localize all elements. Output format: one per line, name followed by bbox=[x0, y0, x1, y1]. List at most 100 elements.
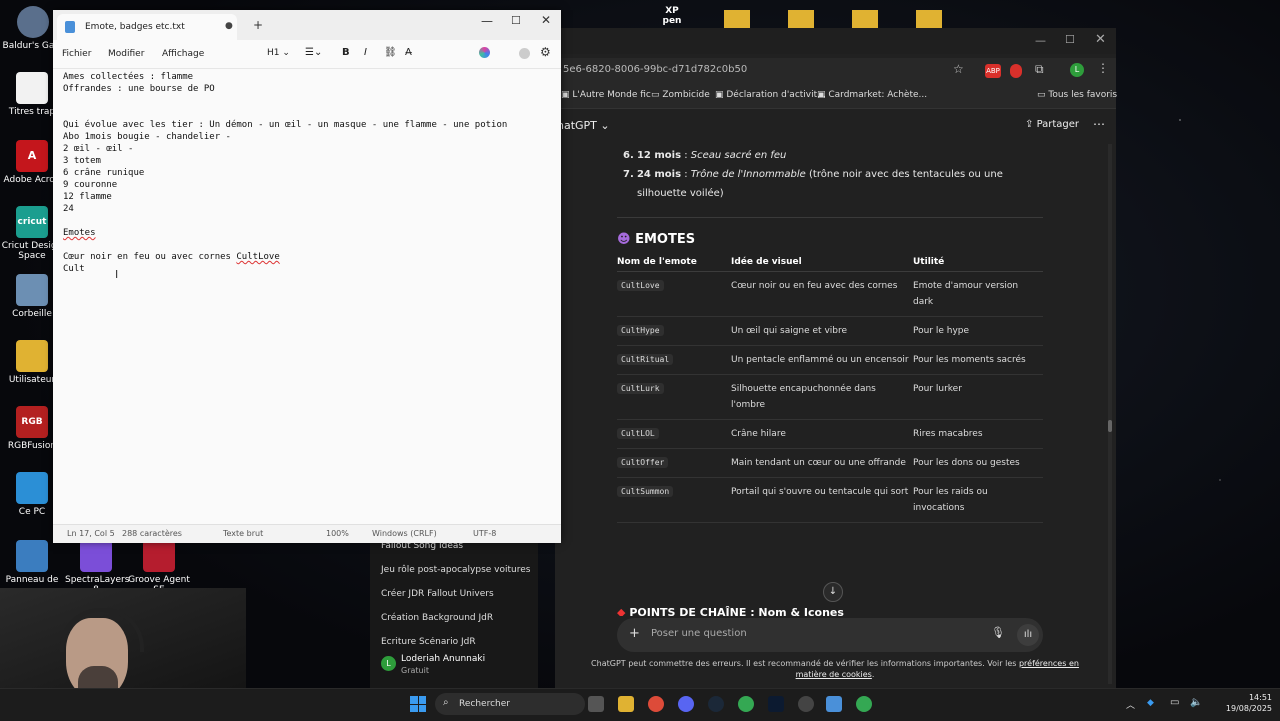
network-icon[interactable]: ▭ bbox=[1170, 697, 1179, 708]
folder-icon[interactable] bbox=[724, 10, 750, 28]
emote-visual-cell: Cœur noir ou en feu avec des cornes bbox=[731, 271, 913, 317]
history-item[interactable]: Écriture Scénario JdR bbox=[381, 637, 476, 647]
steam-icon[interactable] bbox=[708, 696, 724, 712]
profile-avatar[interactable]: L bbox=[1070, 63, 1084, 77]
user-name[interactable]: Loderiah Anunnaki bbox=[401, 654, 485, 664]
file-explorer-icon[interactable] bbox=[618, 696, 634, 712]
plus-icon[interactable]: + bbox=[629, 626, 640, 641]
bookmark-item[interactable]: ▣ Cardmarket: Achète... bbox=[817, 90, 927, 100]
scrollbar-thumb[interactable] bbox=[1108, 420, 1112, 432]
table-row: CultOffer Main tendant un cœur ou une off… bbox=[617, 448, 1043, 478]
notepad-text-area[interactable]: Ames collectées : flamme Offrandes : une… bbox=[63, 71, 553, 521]
bookmark-item[interactable]: ▣ Déclaration d'activit... bbox=[715, 90, 826, 100]
status-format[interactable]: Texte brut bbox=[223, 529, 263, 538]
unsaved-dot-icon[interactable]: ● bbox=[225, 21, 233, 31]
prompt-input[interactable]: Poser une question bbox=[651, 628, 747, 639]
scroll-down-button[interactable]: ↓ bbox=[823, 582, 843, 602]
url-text[interactable]: 5e6-6820-8006-99bc-d71d782c0b50 bbox=[563, 64, 747, 75]
text-line: 3 totem bbox=[63, 156, 101, 166]
chrome-profile-icon[interactable] bbox=[738, 696, 754, 712]
spectralayers-icon bbox=[80, 540, 112, 572]
devil-icon: ☻ bbox=[617, 232, 631, 247]
more-options-icon[interactable]: ⋯ bbox=[1093, 117, 1105, 131]
folder-icon bbox=[16, 340, 48, 372]
status-zoom[interactable]: 100% bbox=[326, 529, 349, 538]
task-view-icon[interactable] bbox=[588, 696, 604, 712]
clock[interactable]: 14:51 19/08/2025 bbox=[1212, 692, 1272, 714]
notepad-tab[interactable]: Emote, badges etc.txt ● bbox=[57, 14, 237, 40]
bookmark-item[interactable]: ▣ L'Autre Monde fic bbox=[561, 90, 651, 100]
groove-agent-icon bbox=[143, 540, 175, 572]
folder-icon[interactable] bbox=[916, 10, 942, 28]
desktop-icon-groove-agent[interactable]: Groove Agent SE bbox=[128, 540, 190, 595]
voice-mode-icon[interactable]: ılı bbox=[1017, 624, 1039, 646]
desktop-icon-spectralayers[interactable]: SpectraLayers 8 bbox=[65, 540, 129, 595]
star-icon[interactable]: ☆ bbox=[953, 62, 964, 76]
notepad-window: Emote, badges etc.txt ● + — ☐ ✕ Fichier … bbox=[53, 10, 561, 543]
history-item[interactable]: Jeu rôle post-apocalypse voitures bbox=[381, 565, 530, 575]
text-line: 2 œil - œil - bbox=[63, 144, 134, 154]
settings-gear-icon[interactable]: ⚙ bbox=[540, 45, 551, 59]
desktop-icon-panneau[interactable]: Panneau de bbox=[1, 540, 63, 585]
tray-app-icon[interactable]: ◆ bbox=[1147, 698, 1154, 708]
minimize-icon[interactable]: — bbox=[1035, 34, 1046, 47]
emote-usage-cell: Pour les dons ou gestes bbox=[913, 448, 1043, 478]
maximize-icon[interactable]: ☐ bbox=[1065, 33, 1075, 46]
history-item[interactable]: Création Background JdR bbox=[381, 613, 493, 623]
list-icon[interactable]: ☰⌄ bbox=[305, 47, 322, 58]
maximize-icon[interactable]: ☐ bbox=[511, 14, 521, 27]
avatar[interactable]: L bbox=[381, 656, 396, 671]
extension-icon[interactable] bbox=[1010, 64, 1022, 78]
bookmark-item[interactable]: ▭ Zombicide bbox=[651, 90, 710, 100]
heading-select[interactable]: H1 ⌄ bbox=[267, 48, 290, 58]
model-selector[interactable]: hatGPT ⌄ bbox=[557, 119, 610, 132]
table-row: CultRitual Un pentacle enflammé ou un enc… bbox=[617, 345, 1043, 375]
tray-chevron-icon[interactable]: ︿ bbox=[1126, 698, 1135, 711]
windows-start-icon[interactable] bbox=[410, 696, 426, 712]
emote-visual-cell: Crâne hilare bbox=[731, 419, 913, 449]
scrollbar[interactable] bbox=[1108, 144, 1112, 684]
minimize-icon[interactable]: — bbox=[481, 14, 493, 28]
emotes-table: Nom de l'emote Idée de visuel Utilité Cu… bbox=[617, 253, 1043, 523]
folder-icon[interactable] bbox=[788, 10, 814, 28]
emote-code: CultOffer bbox=[617, 457, 669, 468]
emote-name-cell: CultOffer bbox=[617, 448, 731, 478]
new-tab-button[interactable]: + bbox=[253, 18, 263, 32]
close-icon[interactable]: ✕ bbox=[541, 13, 551, 27]
notepad-menubar: Fichier Modifier Affichage H1 ⌄ ☰⌄ B I ⛓… bbox=[53, 40, 561, 69]
recycle-bin-icon bbox=[16, 274, 48, 306]
menu-icon[interactable]: ⋮ bbox=[1097, 61, 1109, 75]
bookmark-item-all[interactable]: ▭ Tous les favoris bbox=[1037, 90, 1117, 100]
close-icon[interactable]: ✕ bbox=[1095, 32, 1106, 47]
menu-fichier[interactable]: Fichier bbox=[62, 49, 91, 59]
menu-affichage[interactable]: Affichage bbox=[162, 49, 204, 59]
chrome-alt-icon[interactable] bbox=[856, 696, 872, 712]
discord-icon[interactable] bbox=[678, 696, 694, 712]
list-item: 7. 24 mois : Trône de l'Innommable (trôn… bbox=[623, 169, 1003, 199]
clear-format-icon[interactable]: A̶ bbox=[405, 47, 412, 58]
puzzle-icon[interactable]: ⧉ bbox=[1035, 62, 1044, 77]
status-eol[interactable]: Windows (CRLF) bbox=[372, 529, 437, 538]
volume-icon[interactable]: 🔈 bbox=[1190, 697, 1202, 708]
taskbar-search[interactable]: ⌕ Rechercher bbox=[435, 693, 585, 715]
folder-icon[interactable] bbox=[852, 10, 878, 28]
obs-icon[interactable] bbox=[798, 696, 814, 712]
status-encoding[interactable]: UTF-8 bbox=[473, 529, 496, 538]
adblock-icon[interactable]: ABP bbox=[985, 64, 1001, 78]
prompt-input-bar[interactable]: + Poser une question 🎙 ılı bbox=[617, 618, 1043, 652]
italic-icon[interactable]: I bbox=[364, 47, 367, 58]
notepad-icon bbox=[65, 21, 75, 33]
menu-modifier[interactable]: Modifier bbox=[108, 49, 144, 59]
status-position: Ln 17, Col 5 bbox=[67, 529, 115, 538]
share-button[interactable]: ⇪ Partager bbox=[1025, 119, 1079, 130]
link-icon[interactable]: ⛓ bbox=[384, 47, 397, 58]
account-icon[interactable] bbox=[519, 48, 530, 59]
chrome-icon[interactable] bbox=[648, 696, 664, 712]
bold-icon[interactable]: B bbox=[342, 47, 350, 58]
microphone-icon[interactable]: 🎙 bbox=[991, 626, 1005, 639]
copilot-icon[interactable] bbox=[479, 47, 490, 58]
notepad-taskbar-icon[interactable] bbox=[826, 696, 842, 712]
xp-pen-icon[interactable]: XP pen bbox=[655, 6, 689, 28]
terminal-icon[interactable] bbox=[768, 696, 784, 712]
history-item[interactable]: Créer JDR Fallout Univers bbox=[381, 589, 494, 599]
